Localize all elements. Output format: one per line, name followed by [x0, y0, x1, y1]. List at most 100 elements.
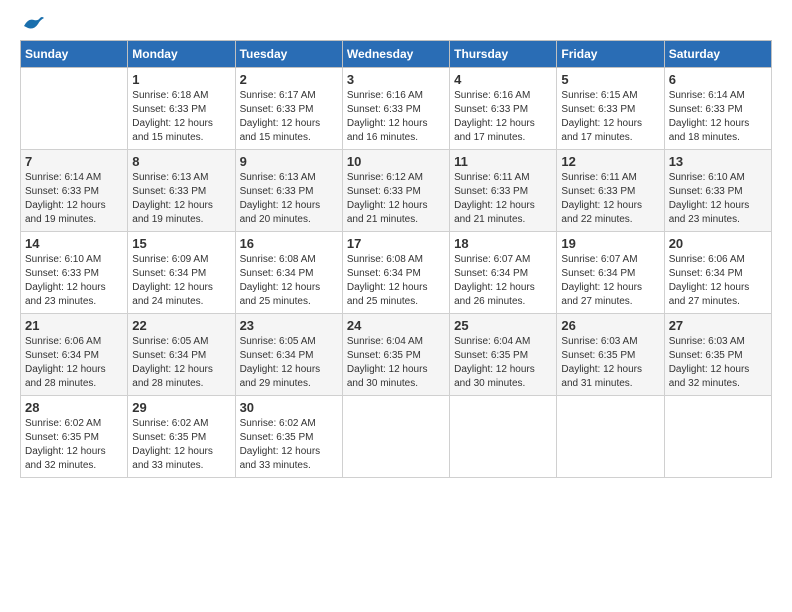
- calendar-day-header: Monday: [128, 41, 235, 68]
- calendar-cell: 23 Sunrise: 6:05 AM Sunset: 6:34 PM Dayli…: [235, 314, 342, 396]
- calendar-cell: 9 Sunrise: 6:13 AM Sunset: 6:33 PM Daylig…: [235, 150, 342, 232]
- calendar-cell: 21 Sunrise: 6:06 AM Sunset: 6:34 PM Dayli…: [21, 314, 128, 396]
- day-info: Sunrise: 6:08 AM Sunset: 6:34 PM Dayligh…: [240, 253, 338, 309]
- calendar-day-header: Sunday: [21, 41, 128, 68]
- day-number: 4: [454, 72, 552, 87]
- logo: [20, 20, 44, 30]
- day-number: 9: [240, 154, 338, 169]
- calendar-cell: 6 Sunrise: 6:14 AM Sunset: 6:33 PM Daylig…: [664, 68, 771, 150]
- calendar-cell: [342, 396, 449, 478]
- day-info: Sunrise: 6:18 AM Sunset: 6:33 PM Dayligh…: [132, 89, 230, 145]
- calendar-header-row: SundayMondayTuesdayWednesdayThursdayFrid…: [21, 41, 772, 68]
- day-info: Sunrise: 6:17 AM Sunset: 6:33 PM Dayligh…: [240, 89, 338, 145]
- day-info: Sunrise: 6:13 AM Sunset: 6:33 PM Dayligh…: [240, 171, 338, 227]
- day-number: 26: [561, 318, 659, 333]
- day-info: Sunrise: 6:14 AM Sunset: 6:33 PM Dayligh…: [25, 171, 123, 227]
- day-number: 12: [561, 154, 659, 169]
- day-info: Sunrise: 6:04 AM Sunset: 6:35 PM Dayligh…: [454, 335, 552, 391]
- day-info: Sunrise: 6:05 AM Sunset: 6:34 PM Dayligh…: [240, 335, 338, 391]
- day-info: Sunrise: 6:07 AM Sunset: 6:34 PM Dayligh…: [454, 253, 552, 309]
- calendar-cell: 20 Sunrise: 6:06 AM Sunset: 6:34 PM Dayli…: [664, 232, 771, 314]
- day-number: 2: [240, 72, 338, 87]
- calendar-cell: 5 Sunrise: 6:15 AM Sunset: 6:33 PM Daylig…: [557, 68, 664, 150]
- calendar-cell: 12 Sunrise: 6:11 AM Sunset: 6:33 PM Dayli…: [557, 150, 664, 232]
- day-info: Sunrise: 6:04 AM Sunset: 6:35 PM Dayligh…: [347, 335, 445, 391]
- day-number: 14: [25, 236, 123, 251]
- day-number: 3: [347, 72, 445, 87]
- day-number: 29: [132, 400, 230, 415]
- calendar-cell: 10 Sunrise: 6:12 AM Sunset: 6:33 PM Dayli…: [342, 150, 449, 232]
- day-number: 27: [669, 318, 767, 333]
- calendar-cell: 8 Sunrise: 6:13 AM Sunset: 6:33 PM Daylig…: [128, 150, 235, 232]
- day-info: Sunrise: 6:14 AM Sunset: 6:33 PM Dayligh…: [669, 89, 767, 145]
- day-number: 25: [454, 318, 552, 333]
- day-number: 15: [132, 236, 230, 251]
- day-number: 6: [669, 72, 767, 87]
- day-number: 5: [561, 72, 659, 87]
- calendar-cell: 27 Sunrise: 6:03 AM Sunset: 6:35 PM Dayli…: [664, 314, 771, 396]
- calendar-day-header: Thursday: [450, 41, 557, 68]
- day-number: 19: [561, 236, 659, 251]
- day-number: 7: [25, 154, 123, 169]
- day-info: Sunrise: 6:13 AM Sunset: 6:33 PM Dayligh…: [132, 171, 230, 227]
- calendar-day-header: Tuesday: [235, 41, 342, 68]
- day-info: Sunrise: 6:11 AM Sunset: 6:33 PM Dayligh…: [561, 171, 659, 227]
- logo-bird-icon: [22, 16, 44, 34]
- day-info: Sunrise: 6:16 AM Sunset: 6:33 PM Dayligh…: [454, 89, 552, 145]
- calendar-cell: 4 Sunrise: 6:16 AM Sunset: 6:33 PM Daylig…: [450, 68, 557, 150]
- calendar-cell: 24 Sunrise: 6:04 AM Sunset: 6:35 PM Dayli…: [342, 314, 449, 396]
- calendar-table: SundayMondayTuesdayWednesdayThursdayFrid…: [20, 40, 772, 478]
- calendar-week-row: 7 Sunrise: 6:14 AM Sunset: 6:33 PM Daylig…: [21, 150, 772, 232]
- day-info: Sunrise: 6:10 AM Sunset: 6:33 PM Dayligh…: [669, 171, 767, 227]
- day-info: Sunrise: 6:15 AM Sunset: 6:33 PM Dayligh…: [561, 89, 659, 145]
- day-number: 8: [132, 154, 230, 169]
- calendar-cell: [21, 68, 128, 150]
- calendar-cell: 13 Sunrise: 6:10 AM Sunset: 6:33 PM Dayli…: [664, 150, 771, 232]
- day-number: 17: [347, 236, 445, 251]
- day-number: 24: [347, 318, 445, 333]
- day-number: 23: [240, 318, 338, 333]
- calendar-cell: 18 Sunrise: 6:07 AM Sunset: 6:34 PM Dayli…: [450, 232, 557, 314]
- day-number: 21: [25, 318, 123, 333]
- day-info: Sunrise: 6:06 AM Sunset: 6:34 PM Dayligh…: [25, 335, 123, 391]
- day-info: Sunrise: 6:02 AM Sunset: 6:35 PM Dayligh…: [240, 417, 338, 473]
- calendar-cell: 16Sunrise: 6:08 AM Sunset: 6:34 PM Dayli…: [235, 232, 342, 314]
- day-info: Sunrise: 6:07 AM Sunset: 6:34 PM Dayligh…: [561, 253, 659, 309]
- calendar-cell: 19 Sunrise: 6:07 AM Sunset: 6:34 PM Dayli…: [557, 232, 664, 314]
- day-info: Sunrise: 6:05 AM Sunset: 6:34 PM Dayligh…: [132, 335, 230, 391]
- calendar-cell: 1Sunrise: 6:18 AM Sunset: 6:33 PM Daylig…: [128, 68, 235, 150]
- day-info: Sunrise: 6:03 AM Sunset: 6:35 PM Dayligh…: [561, 335, 659, 391]
- calendar-cell: 15 Sunrise: 6:09 AM Sunset: 6:34 PM Dayli…: [128, 232, 235, 314]
- day-info: Sunrise: 6:03 AM Sunset: 6:35 PM Dayligh…: [669, 335, 767, 391]
- day-info: Sunrise: 6:02 AM Sunset: 6:35 PM Dayligh…: [25, 417, 123, 473]
- calendar-cell: 14 Sunrise: 6:10 AM Sunset: 6:33 PM Dayli…: [21, 232, 128, 314]
- calendar-cell: [557, 396, 664, 478]
- calendar-cell: 26 Sunrise: 6:03 AM Sunset: 6:35 PM Dayli…: [557, 314, 664, 396]
- calendar-cell: 11 Sunrise: 6:11 AM Sunset: 6:33 PM Dayli…: [450, 150, 557, 232]
- day-number: 30: [240, 400, 338, 415]
- calendar-cell: 3 Sunrise: 6:16 AM Sunset: 6:33 PM Daylig…: [342, 68, 449, 150]
- calendar-day-header: Friday: [557, 41, 664, 68]
- page-header: [20, 20, 772, 30]
- day-number: 28: [25, 400, 123, 415]
- day-info: Sunrise: 6:16 AM Sunset: 6:33 PM Dayligh…: [347, 89, 445, 145]
- day-info: Sunrise: 6:12 AM Sunset: 6:33 PM Dayligh…: [347, 171, 445, 227]
- calendar-week-row: 14 Sunrise: 6:10 AM Sunset: 6:33 PM Dayli…: [21, 232, 772, 314]
- day-number: 18: [454, 236, 552, 251]
- day-number: 10: [347, 154, 445, 169]
- calendar-cell: 22Sunrise: 6:05 AM Sunset: 6:34 PM Dayli…: [128, 314, 235, 396]
- calendar-day-header: Saturday: [664, 41, 771, 68]
- calendar-week-row: 1Sunrise: 6:18 AM Sunset: 6:33 PM Daylig…: [21, 68, 772, 150]
- calendar-cell: 28 Sunrise: 6:02 AM Sunset: 6:35 PM Dayli…: [21, 396, 128, 478]
- day-number: 13: [669, 154, 767, 169]
- calendar-cell: [450, 396, 557, 478]
- day-info: Sunrise: 6:06 AM Sunset: 6:34 PM Dayligh…: [669, 253, 767, 309]
- calendar-cell: 25 Sunrise: 6:04 AM Sunset: 6:35 PM Dayli…: [450, 314, 557, 396]
- day-number: 20: [669, 236, 767, 251]
- calendar-week-row: 21 Sunrise: 6:06 AM Sunset: 6:34 PM Dayli…: [21, 314, 772, 396]
- day-info: Sunrise: 6:10 AM Sunset: 6:33 PM Dayligh…: [25, 253, 123, 309]
- day-info: Sunrise: 6:11 AM Sunset: 6:33 PM Dayligh…: [454, 171, 552, 227]
- day-info: Sunrise: 6:09 AM Sunset: 6:34 PM Dayligh…: [132, 253, 230, 309]
- calendar-cell: 7 Sunrise: 6:14 AM Sunset: 6:33 PM Daylig…: [21, 150, 128, 232]
- day-number: 11: [454, 154, 552, 169]
